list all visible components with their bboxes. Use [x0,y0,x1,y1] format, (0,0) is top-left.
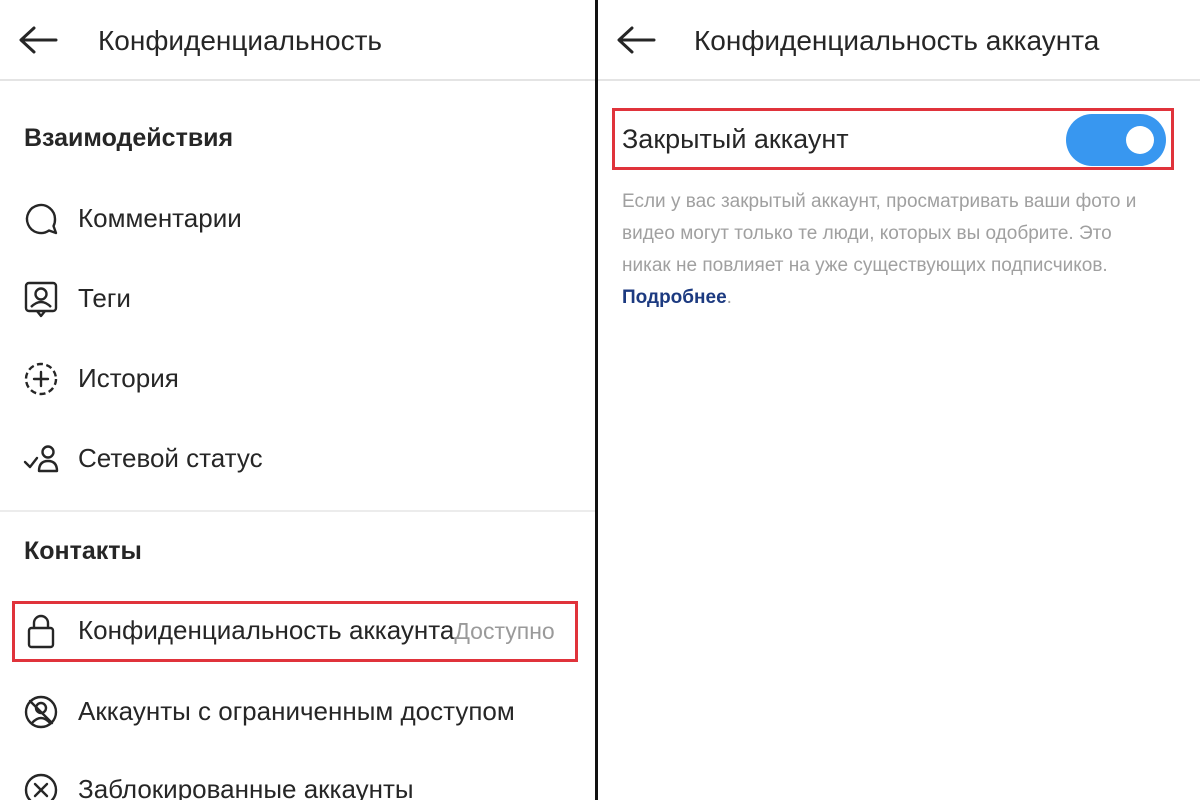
section-divider [0,510,595,512]
comment-icon [25,203,58,235]
menu-item-account-privacy[interactable]: Конфиденциальность аккаунтаДоступно [0,601,595,659]
menu-item-tags[interactable]: Теги [0,269,595,327]
lock-icon [27,614,55,649]
back-arrow-icon[interactable] [16,24,60,56]
tag-person-icon [24,281,58,318]
menu-item-comments[interactable]: Комментарии [0,189,595,247]
privacy-description-text: Если у вас закрытый аккаунт, просматрива… [622,191,1137,276]
privacy-screen: Конфиденциальность Взаимодействия Коммен… [0,0,595,800]
privacy-status-value: Доступно [454,618,555,644]
section-title-contacts: Контакты [24,537,142,565]
learn-more-period: . [726,287,732,308]
private-account-toggle[interactable] [1066,114,1166,166]
menu-item-story[interactable]: История [0,349,595,407]
private-account-row[interactable]: Закрытый аккаунт [598,108,1200,170]
private-account-label: Закрытый аккаунт [622,124,849,154]
account-privacy-screen: Конфиденциальность аккаунта Закрытый акк… [598,0,1200,800]
blocked-icon [24,773,58,800]
menu-item-activity-status[interactable]: Сетевой статус [0,429,595,487]
menu-item-label: Конфиденциальность аккаунта [78,615,455,645]
activity-status-icon [23,445,59,473]
story-add-icon [24,362,58,396]
page-title: Конфиденциальность [98,25,383,56]
menu-item-blocked-accounts[interactable]: Заблокированные аккаунты [0,760,595,800]
menu-item-restricted-accounts[interactable]: Аккаунты с ограниченным доступом [0,682,595,740]
page-title: Конфиденциальность аккаунта [694,25,1100,56]
toggle-knob [1126,126,1154,154]
learn-more-link[interactable]: Подробнее [622,287,727,308]
account-privacy-header: Конфиденциальность аккаунта [598,0,1200,81]
privacy-description: Если у вас закрытый аккаунт, просматрива… [622,186,1162,314]
restricted-icon [24,695,58,729]
privacy-header: Конфиденциальность [0,0,595,81]
section-title-interactions: Взаимодействия [24,124,234,152]
back-arrow-icon[interactable] [614,24,658,56]
